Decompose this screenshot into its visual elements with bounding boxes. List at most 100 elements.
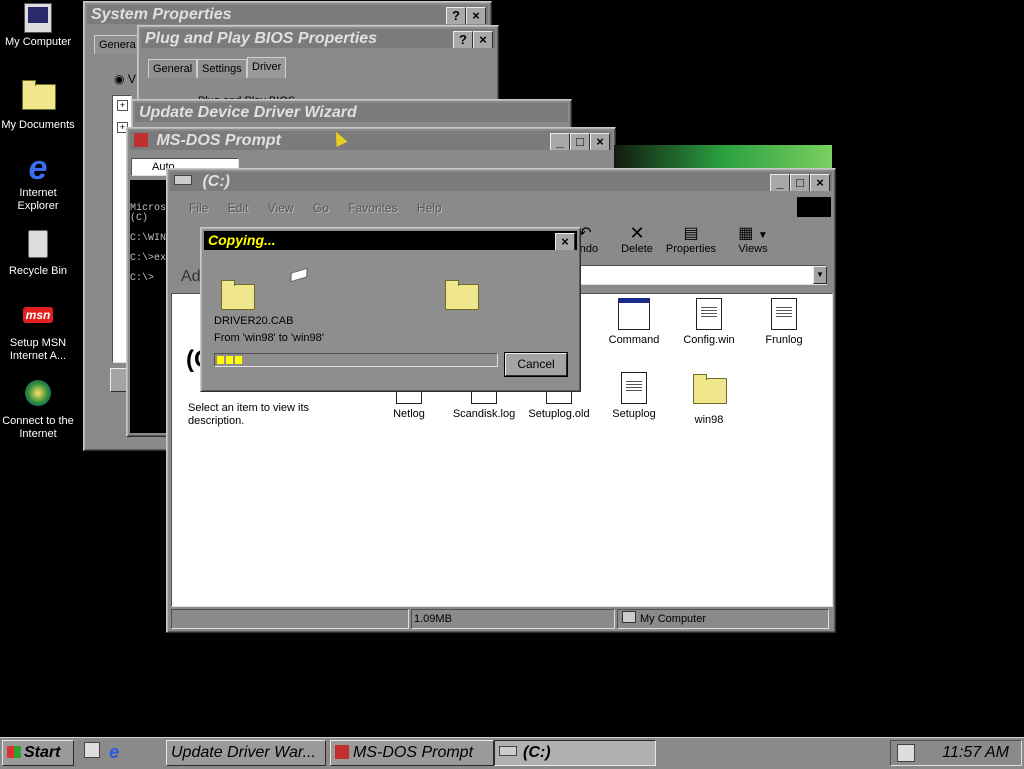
- maximize-button[interactable]: □: [570, 133, 590, 150]
- windows-flag-icon: [7, 746, 21, 758]
- pnp-bios-titlebar[interactable]: Plug and Play BIOS Properties ? ×: [141, 29, 495, 48]
- views-button[interactable]: ▦ ▼ Views: [725, 223, 781, 255]
- recycle-bin-icon: [22, 230, 54, 262]
- menu-edit[interactable]: Edit: [228, 201, 249, 215]
- desktop-icon-label: My Documents: [1, 119, 75, 131]
- help-button[interactable]: ?: [453, 31, 473, 48]
- close-button[interactable]: ×: [473, 31, 493, 48]
- connect-icon: [22, 380, 54, 412]
- minimize-button[interactable]: _: [550, 133, 570, 150]
- copying-titlebar[interactable]: Copying... ×: [204, 231, 577, 250]
- menu-help[interactable]: Help: [417, 201, 442, 215]
- show-desktop-icon[interactable]: [84, 742, 100, 758]
- desktop-icon-label: Internet Explorer: [17, 187, 59, 212]
- chevron-down-icon: ▼: [757, 230, 768, 241]
- msdos-icon: [335, 745, 349, 759]
- left-pane-description: Select an item to view its description.: [188, 402, 310, 427]
- msn-icon: msn: [22, 302, 54, 334]
- cancel-button[interactable]: Cancel: [504, 352, 568, 377]
- minimize-button[interactable]: _: [770, 174, 790, 191]
- desktop-icon-my-computer[interactable]: My Computer: [0, 3, 76, 49]
- msdos-titlebar[interactable]: MS-DOS Prompt _ □ ×: [130, 131, 612, 150]
- desktop-icon-label: Connect to the Internet: [2, 415, 74, 440]
- task-msdos-prompt[interactable]: MS-DOS Prompt: [330, 740, 494, 766]
- explorer-titlebar[interactable]: (C:) _ □ ×: [170, 172, 832, 191]
- status-bar-location: My Computer: [617, 609, 829, 629]
- file-item-config-win[interactable]: Config.win: [669, 298, 749, 346]
- desktop-icon-internet-explorer[interactable]: e Internet Explorer: [0, 149, 76, 213]
- close-button[interactable]: ×: [555, 233, 575, 250]
- computer-icon: [622, 611, 636, 623]
- tab-general[interactable]: General: [148, 59, 198, 78]
- menu-go[interactable]: Go: [313, 201, 329, 215]
- window-title: MS-DOS Prompt: [156, 132, 281, 149]
- drive-icon: [174, 175, 192, 185]
- msdos-icon: [134, 133, 148, 147]
- help-button[interactable]: ?: [446, 7, 466, 24]
- text-file-icon: [618, 372, 650, 404]
- toolbar: ↶ Undo ✕ Delete ▤ Properties ▦ ▼ Views: [572, 223, 827, 261]
- config-file-icon: [693, 298, 725, 330]
- menu-view[interactable]: View: [268, 201, 294, 215]
- task-explorer-c[interactable]: (C:): [494, 740, 656, 766]
- status-bar-size-value: 1.09MB: [411, 609, 615, 629]
- tree-expand-icon[interactable]: +: [117, 100, 128, 111]
- my-computer-icon: [24, 3, 52, 33]
- file-item-win98[interactable]: win98: [669, 372, 749, 426]
- window-title: (C:): [202, 173, 230, 190]
- flying-paper-icon: [290, 267, 308, 283]
- tab-driver[interactable]: Driver: [247, 57, 287, 78]
- desktop-icon-connect[interactable]: Connect to the Internet: [0, 378, 76, 441]
- tab-general[interactable]: Genera: [94, 35, 141, 54]
- close-button[interactable]: ×: [590, 133, 610, 150]
- my-documents-icon: [22, 80, 56, 116]
- status-bar-size: [171, 609, 409, 629]
- radio-button[interactable]: ◉ V: [114, 72, 136, 86]
- quick-launch: e: [84, 742, 119, 763]
- menu-bar: File Edit View Go Favorites Help: [189, 201, 458, 215]
- windows-logo: [797, 197, 831, 217]
- clock[interactable]: 11:57 AM: [942, 744, 1009, 762]
- file-item-command[interactable]: Command: [594, 298, 674, 346]
- maximize-button[interactable]: □: [790, 174, 810, 191]
- copying-from-to: From 'win98' to 'win98': [214, 332, 324, 344]
- window-icon: [618, 298, 650, 330]
- desktop-icon-label: My Computer: [4, 36, 72, 48]
- scheduler-icon[interactable]: [897, 744, 915, 762]
- window-title: System Properties: [91, 6, 232, 23]
- system-tray: 11:57 AM: [890, 740, 1022, 766]
- wizard-titlebar[interactable]: Update Device Driver Wizard: [135, 103, 568, 122]
- window-title: Update Device Driver Wizard: [139, 104, 357, 121]
- task-update-driver-wizard[interactable]: Update Driver War...: [166, 740, 326, 766]
- desktop-icon-recycle-bin[interactable]: Recycle Bin: [0, 228, 76, 278]
- desktop-icon-my-documents[interactable]: My Documents: [0, 80, 76, 132]
- views-icon: ▦ ▼: [738, 225, 768, 242]
- destination-folder-icon: [445, 278, 479, 310]
- address-bar[interactable]: [567, 265, 827, 285]
- desktop-icon-setup-msn[interactable]: msn Setup MSN Internet A...: [0, 302, 76, 363]
- internet-explorer-icon: e: [28, 149, 48, 187]
- copying-dialog[interactable]: Copying... × DRIVER20.CAB From 'win98' t…: [200, 227, 581, 392]
- internet-explorer-icon[interactable]: e: [109, 742, 119, 762]
- menu-favorites[interactable]: Favorites: [348, 201, 397, 215]
- window-title: Plug and Play BIOS Properties: [145, 30, 378, 47]
- drive-icon: [499, 746, 517, 756]
- address-label: Address: [181, 268, 201, 285]
- desktop-icon-label: Recycle Bin: [8, 265, 68, 277]
- close-button[interactable]: ×: [466, 7, 486, 24]
- folder-icon: [693, 374, 727, 410]
- start-button[interactable]: Start: [2, 740, 74, 766]
- menu-file[interactable]: File: [189, 201, 208, 215]
- tab-settings[interactable]: Settings: [197, 59, 247, 78]
- address-dropdown-button[interactable]: ▼: [813, 266, 827, 284]
- properties-button[interactable]: ▤ Properties: [663, 223, 719, 255]
- progress-fill: [217, 356, 243, 364]
- close-button[interactable]: ×: [810, 174, 830, 191]
- background-image: [614, 145, 832, 169]
- system-properties-titlebar[interactable]: System Properties ? ×: [87, 5, 488, 24]
- desktop-icon-label: Setup MSN Internet A...: [9, 337, 67, 362]
- delete-icon: ✕: [629, 223, 645, 243]
- file-item-setuplog[interactable]: Setuplog: [594, 372, 674, 420]
- delete-button[interactable]: ✕ Delete: [609, 223, 665, 255]
- file-item-frunlog[interactable]: Frunlog: [744, 298, 824, 346]
